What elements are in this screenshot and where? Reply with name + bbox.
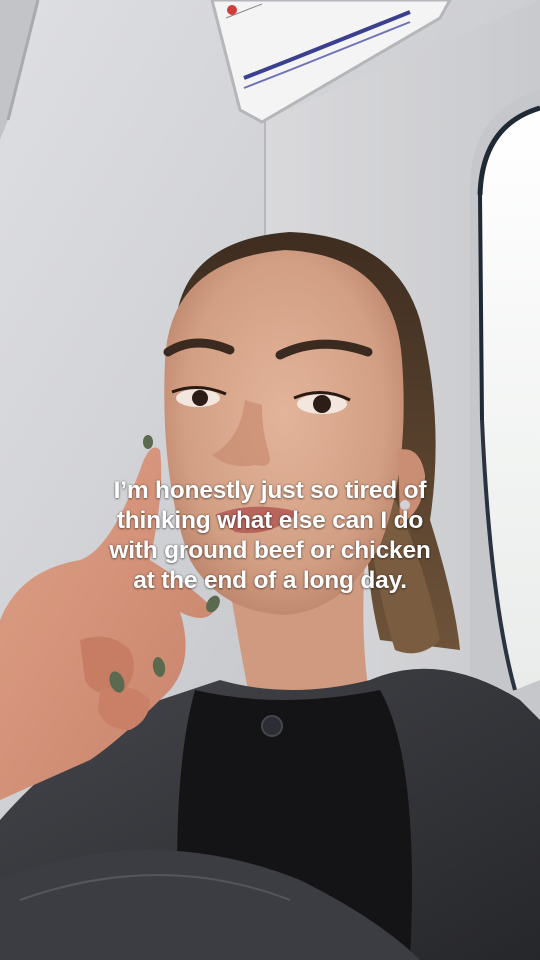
video-frame: I’m honestly just so tired of thinking w…	[0, 0, 540, 960]
caption-line-4: at the end of a long day.	[133, 567, 407, 594]
caption-line-1: I’m honestly just so tired of	[113, 477, 427, 504]
caption-line-3: with ground beef or chicken	[109, 537, 431, 564]
caption-text: I’m honestly just so tired of thinking w…	[20, 476, 520, 596]
caption-line-2: thinking what else can I do	[116, 507, 424, 534]
